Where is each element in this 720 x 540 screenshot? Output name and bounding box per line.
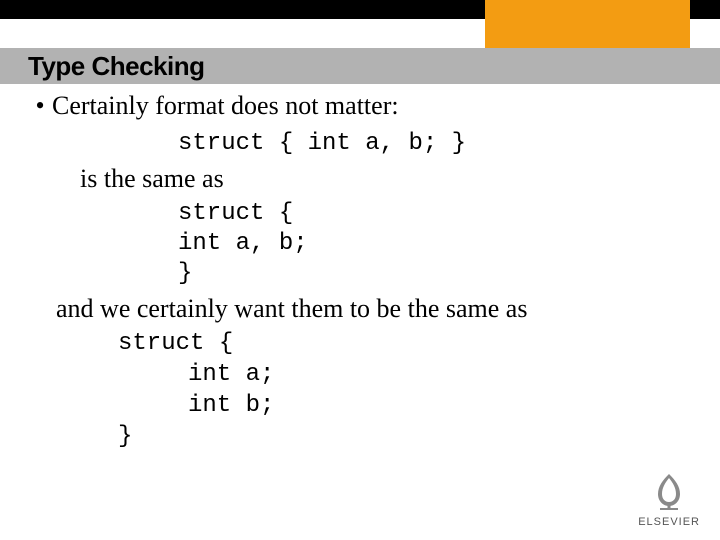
code3-line1: struct { bbox=[118, 328, 692, 359]
bullet-marker: • bbox=[28, 90, 52, 123]
code-snippet-3: struct { int a; int b; } bbox=[118, 328, 692, 453]
tree-icon bbox=[646, 468, 692, 514]
code2-line1: struct { bbox=[178, 199, 692, 229]
code3-line3: int b; bbox=[188, 390, 692, 421]
code3-line2: int a; bbox=[188, 359, 692, 390]
top-orange-block bbox=[485, 0, 690, 48]
code3-line4: } bbox=[118, 421, 692, 452]
code-snippet-2: struct { int a, b; } bbox=[178, 199, 692, 289]
text-and-we-want: and we certainly want them to be the sam… bbox=[56, 293, 692, 326]
code-snippet-1: struct { int a, b; } bbox=[178, 129, 692, 159]
slide-content: • Certainly format does not matter: stru… bbox=[28, 88, 692, 452]
text-is-the-same-as: is the same as bbox=[80, 163, 692, 196]
slide-title: Type Checking bbox=[28, 48, 205, 84]
code2-line3: } bbox=[178, 259, 692, 289]
bullet-text: Certainly format does not matter: bbox=[52, 90, 399, 123]
bullet-item: • Certainly format does not matter: bbox=[28, 90, 692, 123]
logo-text: ELSEVIER bbox=[638, 516, 700, 528]
elsevier-logo: ELSEVIER bbox=[638, 468, 700, 528]
code2-line2: int a, b; bbox=[178, 229, 692, 259]
